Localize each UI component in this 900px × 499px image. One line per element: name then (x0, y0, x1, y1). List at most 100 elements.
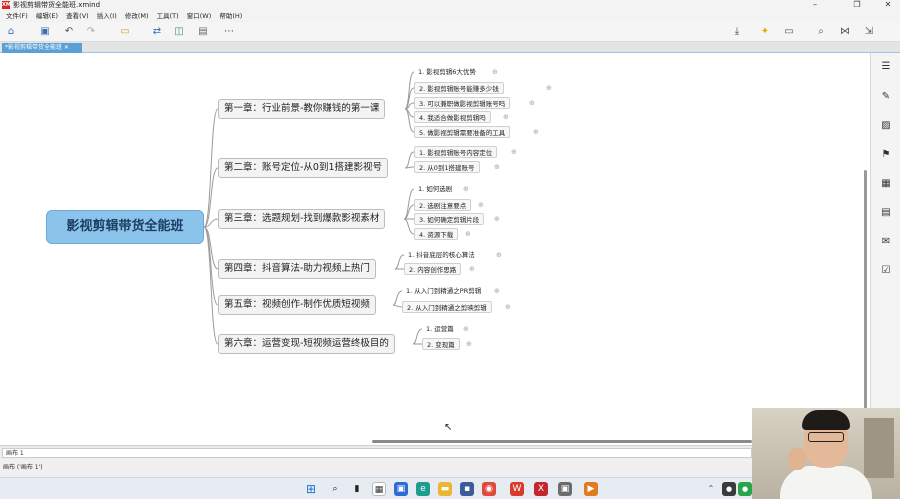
subtopic[interactable]: 2. 从0到1搭建账号 (414, 161, 480, 173)
relationship-icon[interactable]: ⇄ (150, 25, 164, 39)
subtopic[interactable]: 2. 影视剪辑账号能赚多少钱 (414, 82, 504, 94)
expand-dot-icon[interactable]: ⊕ (503, 111, 509, 123)
webcam-overlay (752, 408, 900, 499)
subtopic[interactable]: 4. 我适合做影视剪辑吗 (414, 111, 491, 123)
central-topic[interactable]: 影视剪辑带货全能班 (46, 210, 204, 244)
file-explorer-icon[interactable]: ▬ (438, 482, 452, 496)
chapter-2-topic[interactable]: 第二章：账号定位-从0到1搭建影视号 (218, 158, 389, 178)
task-view-icon[interactable]: ▮ (350, 482, 364, 496)
search-taskbar-icon[interactable]: ⌕ (328, 482, 342, 496)
folder-icon[interactable]: ▭ (118, 25, 132, 39)
minimize-button[interactable]: – (803, 0, 827, 10)
app-icon[interactable]: ▣ (558, 482, 572, 496)
expand-dot-icon[interactable]: ⊕ (478, 199, 484, 211)
close-button[interactable]: ✕ (876, 0, 900, 10)
mouse-cursor-icon: ↖ (444, 422, 453, 433)
expand-dot-icon[interactable]: ⊕ (505, 301, 511, 313)
chrome-icon[interactable]: ◉ (482, 482, 496, 496)
presentation-icon[interactable]: ▭ (782, 25, 796, 39)
expand-dot-icon[interactable]: ⊕ (466, 338, 472, 350)
expand-dot-icon[interactable]: ⊕ (465, 228, 471, 240)
subtopic[interactable]: 2. 变现篇 (422, 338, 460, 350)
app-icon[interactable]: ▶ (584, 482, 598, 496)
expand-dot-icon[interactable]: ⊕ (494, 285, 500, 297)
menu-file[interactable]: 文件(F) (6, 10, 28, 22)
chapter-3-topic[interactable]: 第三章：选题规划-找到爆款影视素材 (218, 209, 386, 229)
sheet-tab[interactable]: 画布 1 (2, 448, 752, 458)
chapter-1-topic[interactable]: 第一章：行业前景-教你赚钱的第一课 (218, 99, 386, 119)
expand-dot-icon[interactable]: ⊕ (463, 323, 469, 335)
redo-icon[interactable]: ↷ (84, 25, 98, 39)
tab-mindmap[interactable]: *影视剪辑带货全能班 ✕ (2, 43, 82, 53)
subtopic[interactable]: 4. 资源下载 (414, 228, 459, 240)
search-icon[interactable]: ⌕ (814, 25, 828, 39)
undo-icon[interactable]: ↶ (62, 25, 76, 39)
flag-marker-icon[interactable]: ⚑ (880, 149, 892, 161)
chapter-4-topic[interactable]: 第四章：抖音算法-助力视频上热门 (218, 259, 376, 279)
save-icon[interactable]: ▣ (38, 25, 52, 39)
home-icon[interactable]: ⌂ (4, 25, 18, 39)
expand-dot-icon[interactable]: ⊕ (529, 97, 535, 109)
theme-icon[interactable]: ▦ (880, 178, 892, 190)
menu-insert[interactable]: 插入(I) (97, 10, 117, 22)
outline-icon[interactable]: ☰ (880, 61, 892, 73)
subtopic[interactable]: 1. 如何选剧 (414, 183, 456, 195)
expand-dot-icon[interactable]: ⊕ (494, 213, 500, 225)
boundary-icon[interactable]: ◫ (172, 25, 186, 39)
task-icon[interactable]: ☑ (880, 265, 892, 277)
subtopic[interactable]: 3. 可以兼职做影视剪辑账号吗 (414, 97, 511, 109)
expand-dot-icon[interactable]: ⊕ (469, 263, 475, 275)
tray-chevron-icon[interactable]: ⌃ (704, 482, 718, 496)
subtopic[interactable]: 1. 影视剪辑6大优势 (414, 66, 480, 78)
windows-start-icon[interactable]: ⊞ (304, 482, 318, 496)
app-icon[interactable]: ▪ (460, 482, 474, 496)
subtopic[interactable]: 5. 做影视剪辑需要准备的工具 (414, 126, 511, 138)
vertical-scrollbar[interactable] (864, 170, 867, 410)
wps-icon[interactable]: W (510, 482, 524, 496)
notes-icon[interactable]: ▤ (880, 207, 892, 219)
lightbulb-icon[interactable]: ✦ (758, 25, 772, 39)
note-icon[interactable]: ▤ (196, 25, 210, 39)
export-icon[interactable]: ⤓ (730, 25, 744, 39)
format-brush-icon[interactable]: ✎ (880, 91, 892, 103)
menu-tools[interactable]: 工具(T) (157, 10, 179, 22)
restore-button[interactable]: ❐ (845, 0, 869, 10)
subtopic[interactable]: 2. 内容创作思路 (404, 263, 462, 275)
mindmap-canvas[interactable]: 影视剪辑带货全能班 第一章：行业前景-教你赚钱的第一课 第二章：账号定位-从0到… (0, 53, 870, 445)
comment-icon[interactable]: ✉ (880, 236, 892, 248)
chapter-6-topic[interactable]: 第六章：运营变现-短视频运营终极目的 (218, 334, 395, 354)
store-icon[interactable]: ▣ (394, 482, 408, 496)
subtopic[interactable]: 1. 运营篇 (422, 323, 458, 335)
menu-help[interactable]: 帮助(H) (219, 10, 242, 22)
subtopic[interactable]: 1. 从入门到精通之PR剪辑 (402, 285, 485, 297)
tray-app-icon[interactable]: ● (738, 482, 752, 496)
edge-browser-icon[interactable]: e (416, 482, 430, 496)
share-icon[interactable]: ⋈ (838, 25, 852, 39)
menu-view[interactable]: 查看(V) (66, 10, 89, 22)
subtopic[interactable]: 2. 选剧注意要点 (414, 199, 472, 211)
widgets-icon[interactable]: ▦ (372, 482, 386, 496)
expand-dot-icon[interactable]: ⊕ (494, 161, 500, 173)
editor-tab-bar: *影视剪辑带货全能班 ✕ (0, 42, 900, 53)
publish-icon[interactable]: ⇲ (862, 25, 876, 39)
subtopic[interactable]: 1. 影视剪辑账号内容定位 (414, 146, 498, 158)
expand-dot-icon[interactable]: ⊕ (546, 82, 552, 94)
menu-window[interactable]: 窗口(W) (187, 10, 212, 22)
tray-app-icon[interactable]: ● (722, 482, 736, 496)
horizontal-scrollbar[interactable] (372, 440, 752, 443)
expand-dot-icon[interactable]: ⊕ (533, 126, 539, 138)
more-icon[interactable]: ⋯ (222, 25, 236, 39)
menu-edit[interactable]: 编辑(E) (36, 10, 58, 22)
menu-modify[interactable]: 修改(M) (125, 10, 149, 22)
image-icon[interactable]: ▨ (880, 120, 892, 132)
menu-bar: 文件(F) 编辑(E) 查看(V) 插入(I) 修改(M) 工具(T) 窗口(W… (0, 10, 900, 22)
expand-dot-icon[interactable]: ⊕ (463, 183, 469, 195)
expand-dot-icon[interactable]: ⊕ (496, 249, 502, 261)
subtopic[interactable]: 1. 抖音底层的核心算法 (404, 249, 479, 261)
expand-dot-icon[interactable]: ⊕ (511, 146, 517, 158)
expand-dot-icon[interactable]: ⊕ (492, 66, 498, 78)
xmind-taskbar-icon[interactable]: X (534, 482, 548, 496)
subtopic[interactable]: 3. 如何确定剪辑片段 (414, 213, 485, 225)
subtopic[interactable]: 2. 从入门到精通之剪映剪辑 (402, 301, 492, 313)
chapter-5-topic[interactable]: 第五章：视频创作-制作优质短视频 (218, 295, 376, 315)
